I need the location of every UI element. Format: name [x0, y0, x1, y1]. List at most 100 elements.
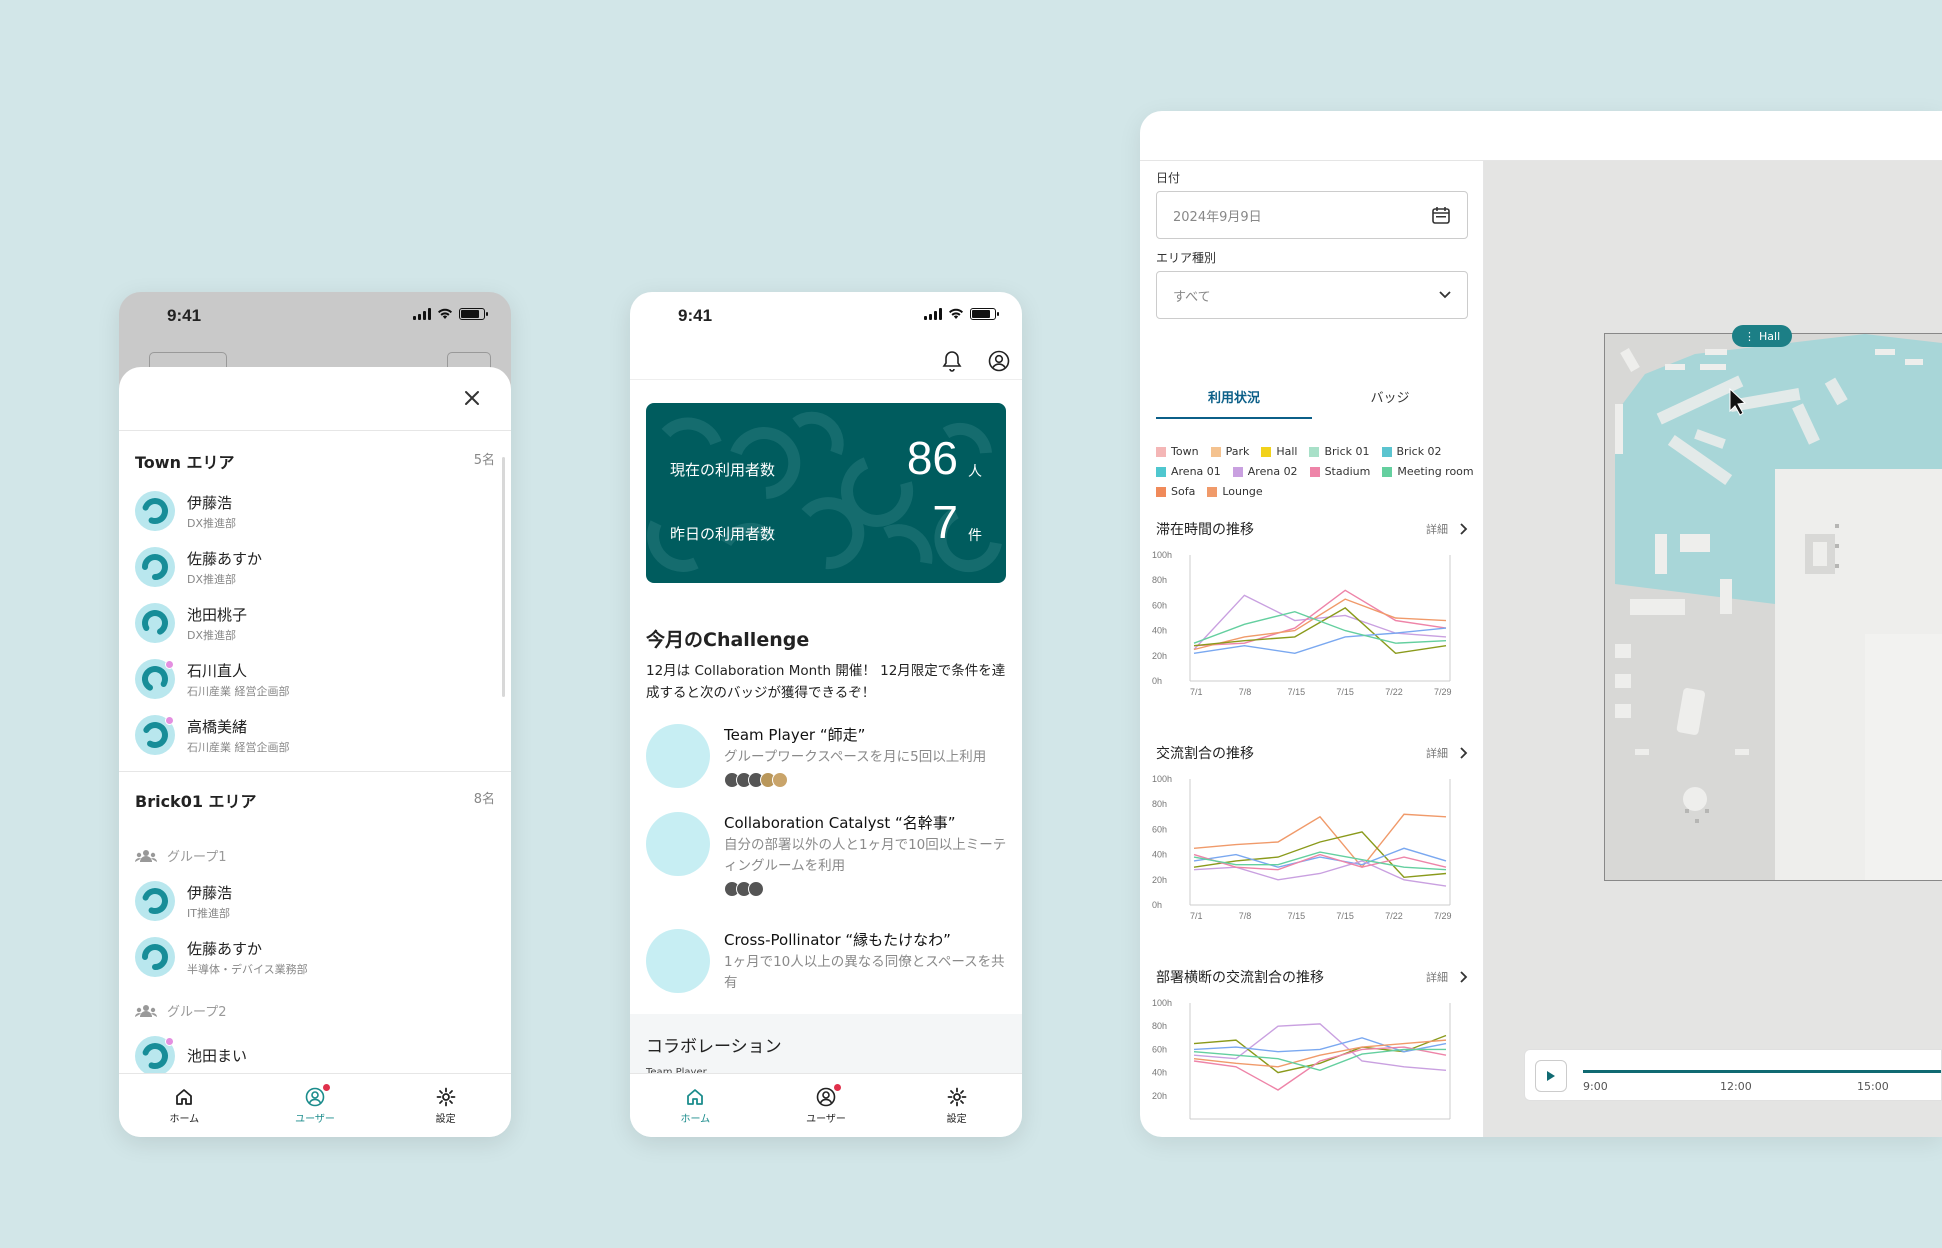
tab-label: 設定: [946, 1113, 967, 1125]
avatar: [135, 659, 175, 699]
user-name: 佐藤あすか: [187, 549, 263, 568]
group-icon: [135, 849, 157, 862]
home-icon: [176, 1088, 193, 1105]
date-value: 2024年9月9日: [1173, 209, 1262, 225]
detail-link[interactable]: 詳細: [1426, 521, 1468, 537]
series-line: [1193, 610, 1447, 644]
legend-item: Town: [1156, 445, 1199, 458]
profile-icon[interactable]: [988, 350, 1010, 372]
legend-swatch: [1309, 466, 1320, 477]
timeline-track[interactable]: [1583, 1070, 1941, 1073]
status-dot: [165, 716, 174, 725]
user-dept: 半導体・デバイス業務部: [187, 962, 308, 976]
detail-link[interactable]: 詳細: [1426, 745, 1468, 761]
avatar: [135, 881, 175, 921]
participant-avatars: [724, 772, 986, 788]
area-count: 8名: [473, 792, 495, 807]
area-type-select[interactable]: すべて: [1156, 271, 1468, 319]
bell-icon[interactable]: [942, 350, 962, 372]
analytics-panel: 日付 2024年9月9日 エリア種別 すべて 利用状況 バッジ Town Park…: [1140, 161, 1484, 1137]
signal-icon: [413, 308, 431, 320]
cross-dept-chart: 100h 80h 60h 40h 20h: [1152, 998, 1451, 1120]
hall-label[interactable]: ⋮ Hall: [1732, 325, 1793, 347]
chevron-down-icon: [1439, 291, 1451, 299]
yesterday-users-unit: 件: [968, 528, 982, 544]
battery-icon: [459, 308, 488, 320]
play-button[interactable]: [1535, 1060, 1567, 1092]
detail-link[interactable]: 詳細: [1426, 969, 1468, 985]
chevron-right-icon: [1460, 747, 1468, 759]
legend-swatch: [1261, 446, 1272, 457]
challenge-item[interactable]: Cross-Pollinator “縁もたけなわ” 1ヶ月で10人以上の異なる同…: [646, 929, 1008, 994]
scrollbar[interactable]: [502, 457, 505, 697]
timeline-player: 9:00 12:00 15:00: [1524, 1049, 1942, 1101]
user-name: 池田まい: [187, 1046, 248, 1065]
timeline-label: 9:00: [1583, 1080, 1608, 1093]
user-row[interactable]: 伊藤浩 IT推進部: [119, 873, 511, 929]
area-count: 5名: [473, 453, 495, 468]
user-row[interactable]: 佐藤あすか DX推進部: [119, 539, 511, 595]
home-icon: [687, 1088, 704, 1105]
tab-badges[interactable]: バッジ: [1312, 371, 1468, 419]
user-row[interactable]: 石川直人 石川産業 経営企画部: [119, 651, 511, 707]
legend-swatch: [1309, 446, 1320, 457]
current-users-label: 現在の利用者数: [670, 461, 776, 479]
status-bar: 9:41: [630, 292, 1022, 340]
user-row[interactable]: 佐藤あすか 半導体・デバイス業務部: [119, 929, 511, 985]
legend-swatch: [1381, 446, 1392, 457]
chevron-right-icon: [1460, 971, 1468, 983]
calendar-icon[interactable]: [1431, 205, 1451, 225]
floor-map[interactable]: [1604, 333, 1942, 881]
bottom-tab-bar: ホーム ユーザー 設定: [630, 1073, 1022, 1137]
chart-legend: Town Park Hall Brick 01 Brick 02 Arena 01 Aren…: [1156, 445, 1476, 498]
avatar: [135, 937, 175, 977]
floor-map-area: ⋮ Hall 9:00 12:00 15:00: [1484, 161, 1942, 1137]
hall-label-text: Hall: [1759, 329, 1781, 343]
challenge-item[interactable]: Collaboration Catalyst “名幹事” 自分の部署以外の人と1…: [646, 812, 1008, 897]
tab-home[interactable]: ホーム: [630, 1074, 761, 1137]
badge-image: [646, 929, 710, 993]
detail-label: 詳細: [1426, 971, 1448, 984]
legend-item: Hall: [1261, 445, 1297, 458]
x-tick-label: 7/29: [1434, 911, 1452, 921]
date-picker[interactable]: 2024年9月9日: [1156, 191, 1468, 239]
timeline-label: 12:00: [1720, 1080, 1752, 1093]
tab-settings[interactable]: 設定: [891, 1074, 1022, 1137]
y-tick-label: 40h: [1152, 850, 1167, 860]
y-tick-label: 20h: [1152, 1091, 1167, 1101]
tab-users[interactable]: ユーザー: [761, 1074, 892, 1137]
tab-label: ユーザー: [295, 1113, 335, 1125]
gear-icon: [436, 1087, 456, 1106]
tab-usage[interactable]: 利用状況: [1156, 371, 1312, 419]
tab-users[interactable]: ユーザー: [250, 1074, 381, 1137]
app-header: [630, 340, 1022, 380]
legend-item: Stadium: [1309, 465, 1371, 478]
current-users-unit: 人: [968, 464, 982, 480]
tab-label: ホーム: [169, 1113, 200, 1125]
legend-label: Stadium: [1324, 465, 1371, 478]
legend-label: Town: [1171, 445, 1199, 458]
group-header: グループ1: [119, 830, 511, 873]
user-row[interactable]: 伊藤浩 DX推進部: [119, 483, 511, 539]
legend-swatch: [1207, 486, 1218, 497]
tab-label: ユーザー: [806, 1113, 846, 1125]
user-dept: 石川産業 経営企画部: [187, 740, 290, 754]
group-label: グループ2: [167, 1005, 227, 1020]
tab-label: ホーム: [680, 1113, 711, 1125]
user-row[interactable]: 高橋美緒 石川産業 経営企画部: [119, 707, 511, 763]
current-users-value: 86: [906, 432, 958, 484]
user-row[interactable]: 池田桃子 DX推進部: [119, 595, 511, 651]
tab-home[interactable]: ホーム: [119, 1074, 250, 1137]
challenge-title: 今月のChallenge: [646, 629, 810, 651]
avatar: [135, 1036, 175, 1076]
close-icon[interactable]: [463, 389, 481, 407]
status-bar: 9:41: [119, 292, 511, 340]
tab-settings[interactable]: 設定: [380, 1074, 511, 1137]
user-icon: [305, 1087, 325, 1106]
area-header: Brick01 エリア 8名: [119, 772, 511, 822]
user-name: 石川直人: [187, 661, 248, 680]
challenge-item[interactable]: Team Player “師走” グループワークスペースを月に5回以上利用: [646, 724, 1008, 788]
sheet-header: [119, 367, 511, 431]
status-dot: [165, 660, 174, 669]
legend-swatch: [1156, 486, 1166, 497]
